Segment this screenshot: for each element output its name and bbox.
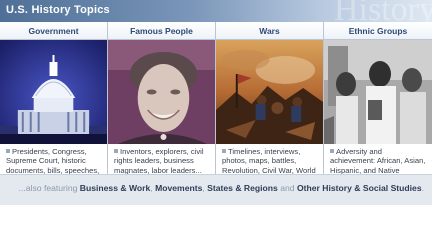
topic-heading-famous-people[interactable]: Famous People — [108, 22, 215, 40]
bullet-icon — [114, 149, 118, 153]
topic-column-famous-people: Famous People Inventors, explorers, civi… — [108, 22, 216, 174]
separator-comma: , — [150, 183, 153, 193]
topic-column-ethnic-groups: Ethnic Groups Adversity and achievement:… — [324, 22, 432, 174]
conjunction-and: and — [280, 183, 295, 193]
also-featuring-bar: ...also featuring Business & Work, Movem… — [0, 174, 432, 205]
description-text: Inventors, explorers, civil rights leade… — [114, 147, 204, 174]
bullet-icon — [6, 149, 10, 153]
also-featuring-text: ...also featuring Business & Work, Movem… — [0, 183, 424, 194]
description-text: Timelines, interviews, photos, maps, bat… — [222, 147, 316, 174]
also-featuring-prefix: ...also featuring — [18, 183, 78, 193]
capitol-dome-image[interactable] — [0, 40, 107, 144]
description-text: Adversity and achievement: African, Asia… — [330, 147, 426, 174]
topic-columns: Government Presidents, Congress, Supreme… — [0, 22, 432, 174]
topic-description-wars: Timelines, interviews, photos, maps, bat… — [216, 146, 323, 174]
link-states-regions[interactable]: States & Regions — [207, 183, 278, 193]
banner-title: U.S. History Topics — [6, 4, 110, 16]
topic-description-famous-people: Inventors, explorers, civil rights leade… — [108, 146, 215, 174]
topics-banner: U.S. History Topics History — [0, 0, 432, 22]
topic-heading-ethnic-groups[interactable]: Ethnic Groups — [324, 22, 432, 40]
topic-column-government: Government Presidents, Congress, Supreme… — [0, 22, 108, 174]
battle-painting[interactable] — [216, 40, 323, 144]
bullet-icon — [222, 149, 226, 153]
topic-description-ethnic-groups: Adversity and achievement: African, Asia… — [324, 146, 432, 174]
civil-rights-photo[interactable] — [324, 40, 432, 144]
topic-description-government: Presidents, Congress, Supreme Court, his… — [0, 146, 107, 174]
banner-watermark: History — [334, 0, 432, 22]
link-business-work[interactable]: Business & Work — [80, 183, 151, 193]
topic-heading-government[interactable]: Government — [0, 22, 107, 40]
bullet-icon — [330, 149, 334, 153]
description-text: Presidents, Congress, Supreme Court, his… — [6, 147, 100, 174]
smiling-woman-portrait[interactable] — [108, 40, 215, 144]
topic-column-wars: Wars Timelines, interviews, photos, maps… — [216, 22, 324, 174]
separator-comma: , — [202, 183, 205, 193]
link-other-history-social-studies[interactable]: Other History & Social Studies — [297, 183, 422, 193]
sentence-period: . — [421, 183, 424, 193]
link-movements[interactable]: Movements — [155, 183, 202, 193]
topic-heading-wars[interactable]: Wars — [216, 22, 323, 40]
